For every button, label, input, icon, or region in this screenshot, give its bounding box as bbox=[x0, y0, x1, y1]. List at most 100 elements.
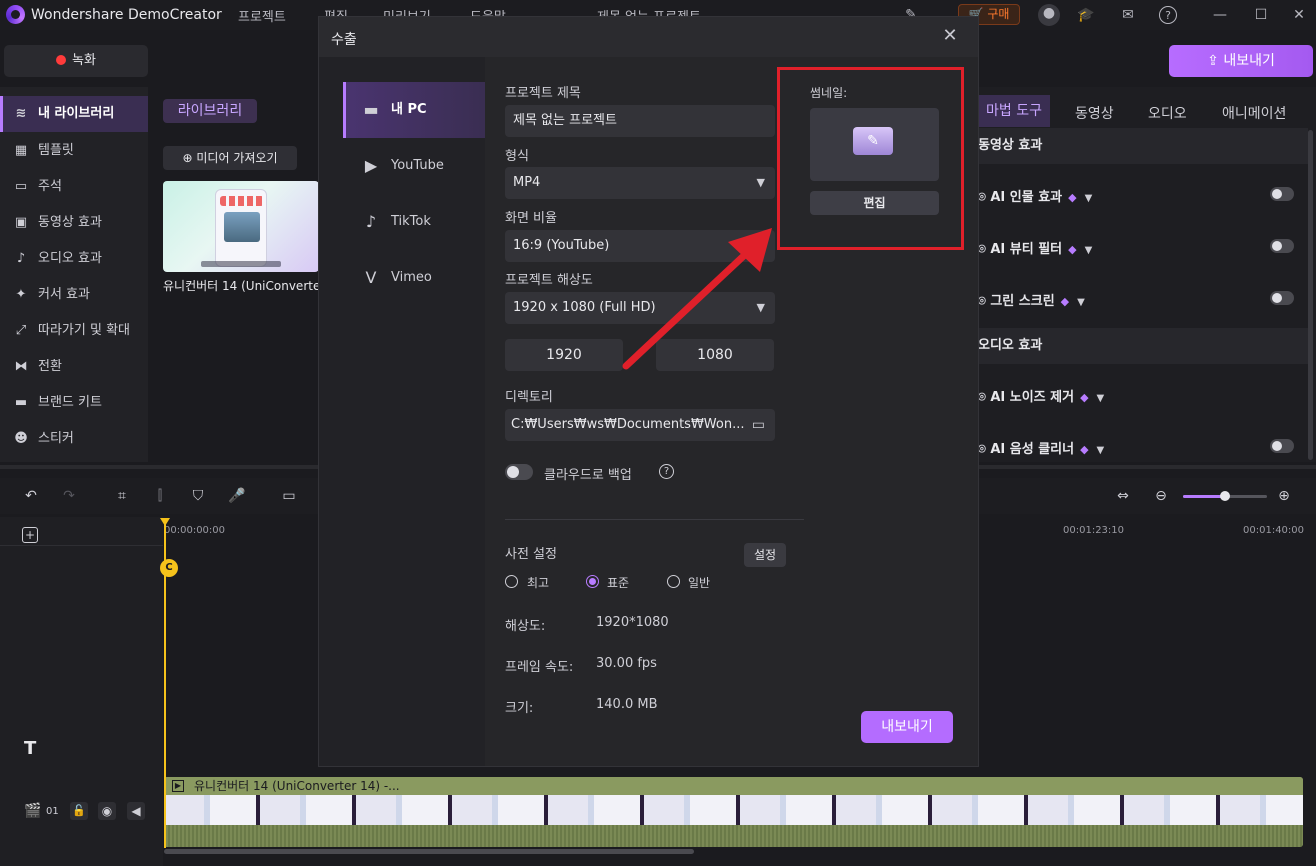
green-screen-label: 그린 스크린 bbox=[990, 294, 1055, 309]
tab-magic-tools[interactable]: 마법 도구 bbox=[978, 95, 1050, 127]
lock-icon[interactable]: 🔓 bbox=[70, 802, 88, 820]
format-select[interactable]: MP4 ▼ bbox=[505, 167, 775, 199]
tab-video[interactable]: 동영상 bbox=[1075, 103, 1114, 123]
ai-noise-item[interactable]: ⌾ AI 노이즈 제거 ◆ ▼ bbox=[978, 386, 1308, 405]
redo-icon[interactable]: ↷ bbox=[60, 487, 78, 505]
fit-icon[interactable]: ⇔ bbox=[1114, 487, 1132, 505]
crop-icon[interactable]: ⌗ bbox=[113, 487, 131, 505]
directory-input[interactable]: C:₩Users₩ws₩Documents₩Won... ▭ bbox=[505, 409, 775, 441]
ai-beauty-item[interactable]: ⌾ AI 뷰티 필터 ◆ ▼ bbox=[978, 238, 1308, 257]
speaker-icon[interactable]: ◀ bbox=[127, 802, 145, 820]
audio-effect-section: 오디오 효과 bbox=[978, 328, 1308, 364]
chevron-down-icon[interactable]: ▼ bbox=[1085, 193, 1093, 204]
green-screen-item[interactable]: ⌾ 그린 스크린 ◆ ▼ bbox=[978, 290, 1308, 309]
learn-icon[interactable]: 🎓 bbox=[1077, 6, 1095, 24]
premium-gem-icon: ◆ bbox=[1080, 443, 1089, 456]
ai-voice-icon: ⌾ bbox=[978, 442, 991, 457]
sidebar-item-video-effect[interactable]: ▣ 동영상 효과 bbox=[0, 205, 148, 241]
directory-label: 디렉토리 bbox=[505, 390, 553, 405]
chevron-down-icon[interactable]: ▼ bbox=[1097, 393, 1105, 404]
menu-project[interactable]: 프로젝트 bbox=[238, 6, 286, 25]
split-icon[interactable]: ⫿ bbox=[151, 487, 169, 505]
timeline-clip[interactable]: 유니컨버터 14 (UniConverter 14) -... bbox=[164, 777, 1303, 847]
clip-title: 유니컨버터 14 (UniConverter 14) -... bbox=[164, 777, 1303, 795]
sidebar-item-label: 오디오 효과 bbox=[38, 251, 102, 266]
clip-waveform bbox=[164, 825, 1303, 847]
dest-youtube[interactable]: ▶ YouTube bbox=[343, 138, 485, 194]
sidebar-item-label: 템플릿 bbox=[38, 143, 74, 158]
sidebar-item-audio-effect[interactable]: ♪ 오디오 효과 bbox=[0, 241, 148, 277]
caption-icon[interactable]: ▭ bbox=[280, 487, 298, 505]
tab-animation[interactable]: 애니메이션 bbox=[1222, 103, 1286, 123]
minimize-icon[interactable]: — bbox=[1211, 6, 1229, 24]
mail-icon[interactable]: ✉ bbox=[1119, 6, 1137, 24]
buy-label: 구매 bbox=[987, 7, 1010, 21]
sidebar-item-cursor-effect[interactable]: ✦ 커서 효과 bbox=[0, 277, 148, 313]
zoom-in-icon[interactable]: ⊕ bbox=[1275, 487, 1293, 505]
close-icon[interactable]: ✕ bbox=[940, 26, 960, 46]
ai-beauty-label: AI 뷰티 필터 bbox=[990, 242, 1063, 257]
maximize-icon[interactable]: ☐ bbox=[1252, 6, 1270, 24]
zoom-out-icon[interactable]: ⊖ bbox=[1152, 487, 1170, 505]
eye-icon[interactable]: ◉ bbox=[98, 802, 116, 820]
text-track-icon[interactable]: T bbox=[24, 738, 36, 759]
timeline-scrollbar[interactable] bbox=[164, 849, 694, 854]
help-icon[interactable]: ? bbox=[1159, 6, 1177, 24]
sidebar-item-brand-kit[interactable]: ▬ 브랜드 키트 bbox=[0, 385, 148, 421]
close-window-icon[interactable]: ✕ bbox=[1290, 6, 1308, 24]
marker-icon[interactable]: C bbox=[160, 559, 178, 577]
sidebar-item-sticker[interactable]: ☻ 스티커 bbox=[0, 421, 148, 457]
audio-effect-icon: ♪ bbox=[16, 251, 26, 266]
sidebar-item-annotation[interactable]: ▭ 주석 bbox=[0, 169, 148, 205]
ai-voice-toggle[interactable] bbox=[1270, 439, 1294, 453]
sidebar-item-template[interactable]: ▦ 템플릿 bbox=[0, 133, 148, 169]
sticker-icon: ☻ bbox=[14, 431, 28, 446]
microphone-icon[interactable]: 🎤 bbox=[228, 487, 246, 505]
dest-vimeo[interactable]: V Vimeo bbox=[343, 250, 485, 306]
right-panel-scrollbar[interactable] bbox=[1308, 130, 1313, 460]
avatar-icon[interactable]: ● bbox=[1038, 4, 1060, 26]
settings-button[interactable]: 설정 bbox=[744, 543, 786, 567]
add-track-icon[interactable]: + bbox=[22, 527, 38, 543]
vimeo-icon: V bbox=[365, 268, 377, 287]
preset-radio-normal[interactable] bbox=[667, 575, 680, 588]
info-icon[interactable]: ? bbox=[659, 464, 674, 479]
preset-radio-best[interactable] bbox=[505, 575, 518, 588]
ai-beauty-icon: ⌾ bbox=[978, 242, 991, 257]
dest-tiktok[interactable]: ♪ TikTok bbox=[343, 194, 485, 250]
media-thumbnail[interactable] bbox=[163, 181, 319, 272]
import-media-button[interactable]: ⊕ 미디어 가져오기 bbox=[163, 146, 297, 170]
info-framerate-label: 프레임 속도: bbox=[505, 660, 574, 675]
zoom-slider-handle[interactable] bbox=[1220, 491, 1230, 501]
info-framerate-value: 30.00 fps bbox=[596, 656, 657, 671]
format-value: MP4 bbox=[513, 175, 541, 190]
zoom-slider-track[interactable] bbox=[1183, 491, 1267, 501]
chevron-down-icon[interactable]: ▼ bbox=[1097, 445, 1105, 456]
project-title-input[interactable]: 제목 없는 프로젝트 bbox=[505, 105, 775, 137]
dest-my-pc[interactable]: ▬ 내 PC bbox=[343, 82, 485, 138]
green-screen-toggle[interactable] bbox=[1270, 291, 1294, 305]
export-top-button[interactable]: ⇪ 내보내기 bbox=[1169, 45, 1313, 77]
record-button[interactable]: 녹화 bbox=[4, 45, 148, 77]
undo-icon[interactable]: ↶ bbox=[22, 487, 40, 505]
chevron-down-icon[interactable]: ▼ bbox=[1077, 297, 1085, 308]
ai-voice-item[interactable]: ⌾ AI 음성 클리너 ◆ ▼ bbox=[978, 438, 1308, 457]
sidebar-item-zoom-pan[interactable]: ⤢ 따라가기 및 확대 bbox=[0, 313, 148, 349]
ai-beauty-toggle[interactable] bbox=[1270, 239, 1294, 253]
tab-audio[interactable]: 오디오 bbox=[1148, 103, 1187, 123]
cloud-backup-toggle[interactable] bbox=[505, 464, 533, 480]
ai-portrait-label: AI 인물 효과 bbox=[990, 190, 1063, 205]
video-effect-section: 동영상 효과 bbox=[978, 128, 1308, 164]
ai-portrait-toggle[interactable] bbox=[1270, 187, 1294, 201]
folder-icon[interactable]: ▭ bbox=[752, 409, 765, 441]
library-tab[interactable]: 라이브러리 bbox=[163, 99, 257, 123]
ai-portrait-item[interactable]: ⌾ AI 인물 효과 ◆ ▼ bbox=[978, 186, 1308, 205]
sidebar-item-transition[interactable]: ⧓ 전환 bbox=[0, 349, 148, 385]
shield-icon[interactable]: ⛉ bbox=[189, 487, 207, 505]
chevron-down-icon[interactable]: ▼ bbox=[1085, 245, 1093, 256]
export-button[interactable]: 내보내기 bbox=[861, 711, 953, 743]
sidebar-item-library[interactable]: ≋ 내 라이브러리 bbox=[0, 96, 148, 132]
format-label: 형식 bbox=[505, 149, 529, 164]
dest-label: TikTok bbox=[391, 214, 431, 229]
preset-radio-standard[interactable] bbox=[586, 575, 599, 588]
